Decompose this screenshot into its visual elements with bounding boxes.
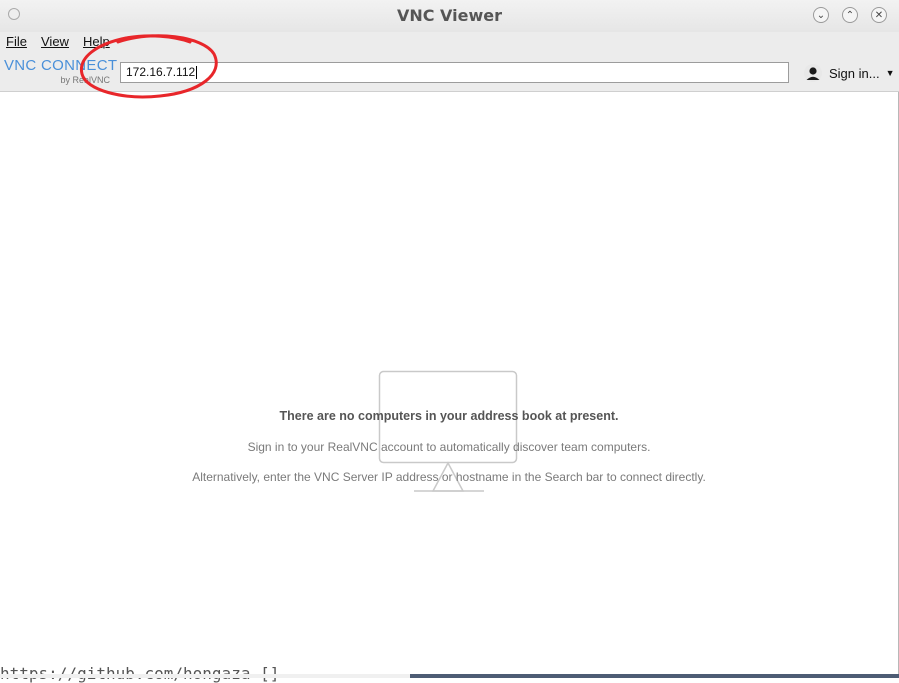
desktop-wallpaper-strip: [410, 674, 899, 678]
empty-state-line-2: Alternatively, enter the VNC Server IP a…: [192, 470, 706, 484]
menu-view[interactable]: View: [41, 34, 69, 49]
logo-sub-text: by RealVNC: [60, 75, 110, 85]
title-bar[interactable]: VNC Viewer ⌄ ⌃ ✕: [0, 0, 899, 32]
minimize-icon[interactable]: ⌄: [813, 7, 829, 23]
vnc-viewer-window: VNC Viewer ⌄ ⌃ ✕ File View Help VNC CONN…: [0, 0, 899, 674]
empty-state-line-1: Sign in to your RealVNC account to autom…: [247, 440, 651, 454]
maximize-icon[interactable]: ⌃: [842, 7, 858, 23]
menu-bar: File View Help: [0, 32, 899, 54]
address-search-input[interactable]: 172.16.7.112: [120, 62, 789, 83]
window-title: VNC Viewer: [396, 6, 503, 25]
user-avatar-icon: [804, 64, 822, 82]
background-terminal-strip: [0, 674, 410, 678]
vnc-connect-logo: VNC CONNECT by RealVNC: [4, 56, 117, 88]
desktop-background-strip: [0, 674, 899, 678]
menu-help[interactable]: Help: [83, 34, 110, 49]
sign-in-label: Sign in...: [829, 65, 880, 81]
address-value: 172.16.7.112: [126, 65, 196, 79]
address-book-area: There are no computers in your address b…: [0, 92, 898, 674]
menu-file[interactable]: File: [6, 34, 27, 49]
close-icon[interactable]: ✕: [871, 7, 887, 23]
text-caret: [196, 66, 198, 80]
dropdown-caret-icon: ▼: [885, 68, 895, 78]
sign-in-button[interactable]: Sign in... ▼: [804, 62, 895, 84]
logo-main-text: VNC CONNECT: [4, 57, 118, 74]
empty-state-heading: There are no computers in your address b…: [279, 409, 619, 423]
